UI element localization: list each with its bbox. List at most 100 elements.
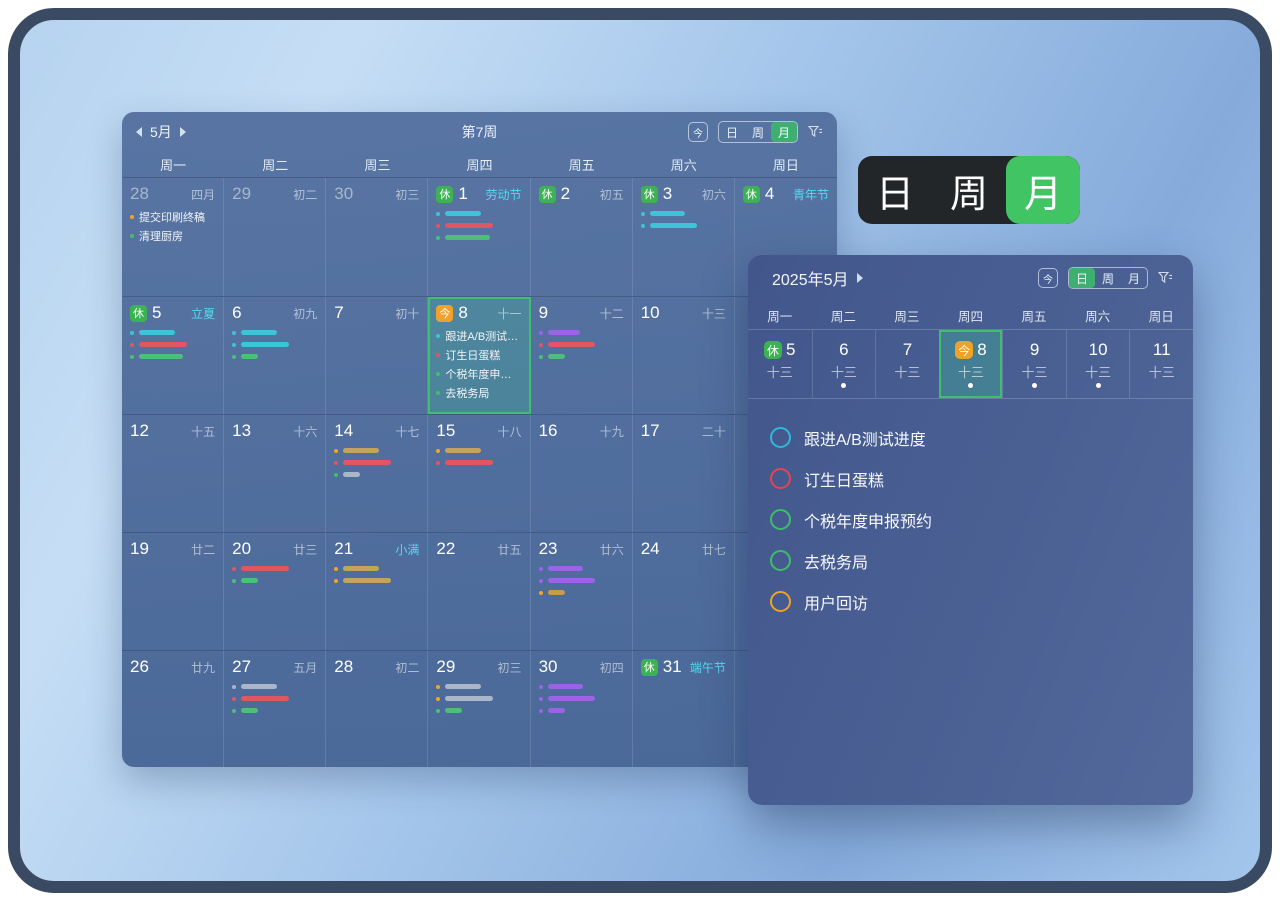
event-bar[interactable] [130, 354, 215, 359]
event-bar[interactable] [641, 211, 726, 216]
next-month-icon[interactable] [180, 127, 186, 137]
view-toggle-option-日[interactable]: 日 [858, 156, 932, 224]
event-bar[interactable] [232, 342, 317, 347]
todo-item[interactable]: 跟进A/B测试进度 [770, 417, 1173, 458]
event-item[interactable]: 提交印刷终稿 [130, 209, 215, 225]
event-bar[interactable] [334, 472, 419, 477]
day-cell[interactable]: 22廿五 [428, 533, 530, 650]
day-cell[interactable]: 28四月提交印刷终稿清理厨房 [122, 178, 224, 296]
day-cell[interactable]: 休3初六 [633, 178, 735, 296]
today-button[interactable]: 今 [688, 122, 708, 142]
day-cell[interactable]: 10十三 [633, 297, 735, 414]
event-bar[interactable] [641, 223, 726, 228]
event-bar[interactable] [232, 330, 317, 335]
day-cell[interactable]: 27五月 [224, 651, 326, 767]
event-bar[interactable] [232, 566, 317, 571]
week-day-cell[interactable]: 11十三 [1129, 330, 1193, 398]
event-bar[interactable] [539, 578, 624, 583]
day-cell[interactable]: 29初三 [428, 651, 530, 767]
view-option-日[interactable]: 日 [1069, 268, 1095, 288]
day-cell[interactable]: 30初三 [326, 178, 428, 296]
event-bar[interactable] [232, 684, 317, 689]
day-cell[interactable]: 13十六 [224, 415, 326, 532]
event-bar[interactable] [436, 448, 521, 453]
event-bar[interactable] [130, 330, 215, 335]
event-bar[interactable] [232, 578, 317, 583]
day-cell[interactable]: 6初九 [224, 297, 326, 414]
event-item[interactable]: 个税年度申报预约 [436, 366, 521, 382]
day-cell[interactable]: 28初二 [326, 651, 428, 767]
event-bar[interactable] [334, 578, 419, 583]
todo-item[interactable]: 个税年度申报预约 [770, 499, 1173, 540]
day-cell[interactable]: 30初四 [531, 651, 633, 767]
event-bar[interactable] [539, 590, 624, 595]
event-bar[interactable] [232, 696, 317, 701]
event-item[interactable]: 跟进A/B测试进度 [436, 328, 521, 344]
day-cell[interactable]: 休2初五 [531, 178, 633, 296]
event-bar[interactable] [539, 354, 624, 359]
todo-checkbox[interactable] [770, 468, 791, 489]
event-bar[interactable] [334, 448, 419, 453]
day-cell[interactable]: 休31端午节 [633, 651, 735, 767]
view-option-周[interactable]: 周 [1095, 268, 1121, 288]
view-toggle-option-周[interactable]: 周 [932, 156, 1006, 224]
event-item[interactable]: 订生日蛋糕 [436, 347, 521, 363]
week-panel-title[interactable]: 2025年5月 [772, 266, 863, 290]
todo-item[interactable]: 用户回访 [770, 581, 1173, 622]
event-bar[interactable] [436, 684, 521, 689]
day-cell[interactable]: 12十五 [122, 415, 224, 532]
view-option-周[interactable]: 周 [745, 122, 771, 142]
day-cell[interactable]: 23廿六 [531, 533, 633, 650]
todo-item[interactable]: 去税务局 [770, 540, 1173, 581]
week-day-cell[interactable]: 9十三 [1002, 330, 1066, 398]
event-bar[interactable] [334, 460, 419, 465]
day-cell[interactable]: 17二十 [633, 415, 735, 532]
event-bar[interactable] [436, 696, 521, 701]
event-bar[interactable] [232, 354, 317, 359]
week-day-cell[interactable]: 今8十三 [939, 330, 1003, 398]
event-item[interactable]: 去税务局 [436, 385, 521, 401]
day-cell[interactable]: 19廿二 [122, 533, 224, 650]
event-bar[interactable] [539, 566, 624, 571]
event-bar[interactable] [436, 460, 521, 465]
day-cell[interactable]: 16十九 [531, 415, 633, 532]
event-bar[interactable] [436, 211, 521, 216]
view-toggle-option-月[interactable]: 月 [1006, 156, 1080, 224]
todo-checkbox[interactable] [770, 509, 791, 530]
event-bar[interactable] [436, 223, 521, 228]
day-cell[interactable]: 26廿九 [122, 651, 224, 767]
event-bar[interactable] [436, 235, 521, 240]
week-day-cell[interactable]: 6十三 [812, 330, 876, 398]
week-day-cell[interactable]: 10十三 [1066, 330, 1130, 398]
event-item[interactable]: 清理厨房 [130, 228, 215, 244]
day-cell[interactable]: 今8十一跟进A/B测试进度订生日蛋糕个税年度申报预约去税务局 [428, 297, 530, 414]
day-cell[interactable]: 20廿三 [224, 533, 326, 650]
event-bar[interactable] [436, 708, 521, 713]
view-option-月[interactable]: 月 [1121, 268, 1147, 288]
day-cell[interactable]: 14十七 [326, 415, 428, 532]
view-option-日[interactable]: 日 [719, 122, 745, 142]
event-bar[interactable] [232, 708, 317, 713]
event-bar[interactable] [539, 696, 624, 701]
today-button[interactable]: 今 [1038, 268, 1058, 288]
day-cell[interactable]: 7初十 [326, 297, 428, 414]
day-cell[interactable]: 21小满 [326, 533, 428, 650]
view-option-月[interactable]: 月 [771, 122, 797, 142]
day-cell[interactable]: 休5立夏 [122, 297, 224, 414]
todo-checkbox[interactable] [770, 550, 791, 571]
filter-icon[interactable] [1158, 271, 1173, 285]
day-cell[interactable]: 24廿七 [633, 533, 735, 650]
day-cell[interactable]: 9十二 [531, 297, 633, 414]
day-cell[interactable]: 15十八 [428, 415, 530, 532]
event-bar[interactable] [539, 708, 624, 713]
event-bar[interactable] [130, 342, 215, 347]
todo-item[interactable]: 订生日蛋糕 [770, 458, 1173, 499]
todo-checkbox[interactable] [770, 427, 791, 448]
event-bar[interactable] [539, 330, 624, 335]
day-cell[interactable]: 29初二 [224, 178, 326, 296]
todo-checkbox[interactable] [770, 591, 791, 612]
event-bar[interactable] [539, 342, 624, 347]
week-day-cell[interactable]: 7十三 [875, 330, 939, 398]
day-cell[interactable]: 休1劳动节 [428, 178, 530, 296]
event-bar[interactable] [334, 566, 419, 571]
